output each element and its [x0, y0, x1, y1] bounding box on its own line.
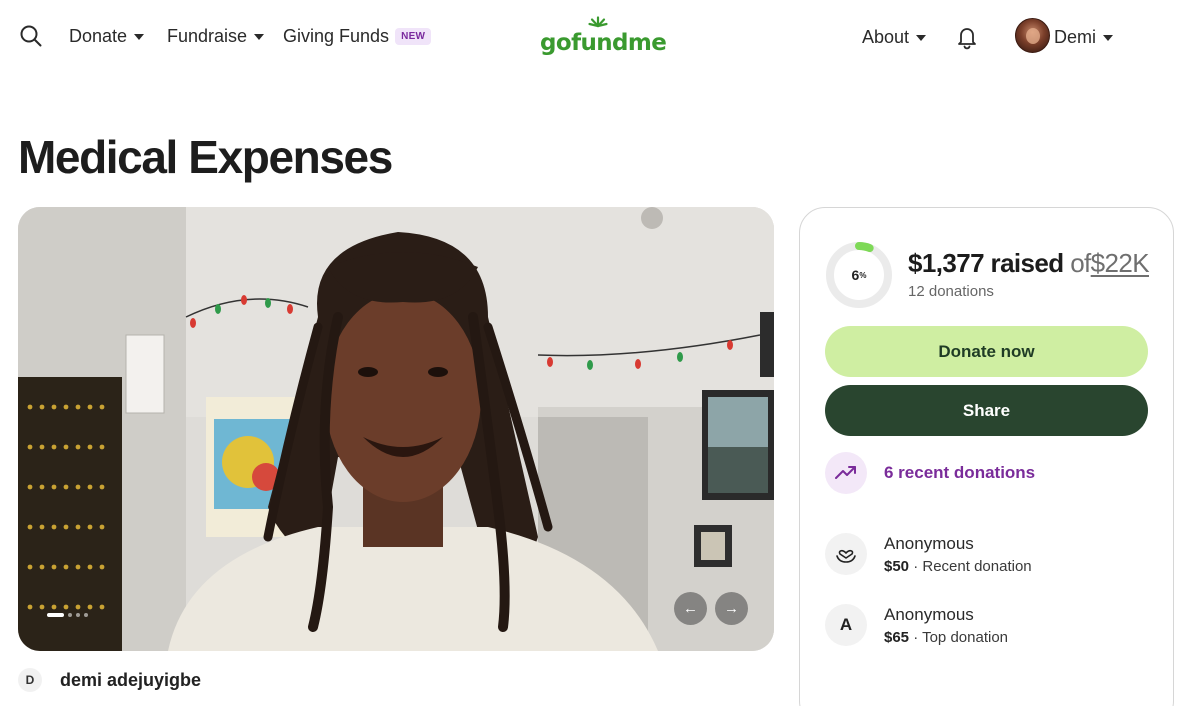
search-icon[interactable]: [19, 24, 43, 48]
nav-fundraise-label: Fundraise: [167, 25, 248, 46]
gofundme-logo[interactable]: gofundme: [540, 14, 667, 56]
nav-about-label: About: [862, 26, 910, 47]
arrow-left-icon: ←: [683, 600, 698, 617]
donation-item: Anonymous $50 · Recent donation: [825, 533, 1032, 575]
donation-amount: $65: [884, 628, 910, 646]
donor-name: Anonymous: [884, 533, 974, 553]
carousel-dot-active[interactable]: [47, 613, 64, 617]
user-name: Demi: [1054, 26, 1097, 47]
goal-amount-link[interactable]: $22K: [1091, 248, 1150, 278]
carousel-dot[interactable]: [68, 613, 72, 617]
carousel-pagination: [47, 613, 88, 617]
arrow-right-icon: →: [724, 600, 739, 617]
nav-fundraise-menu[interactable]: Fundraise: [167, 24, 265, 48]
carousel-next-button[interactable]: →: [715, 592, 748, 625]
page-title: Medical Expenses: [18, 131, 393, 183]
hand-heart-icon: [825, 533, 867, 575]
progress-percent-symbol: %: [859, 270, 867, 280]
nav-giving-funds-link[interactable]: Giving Funds NEW: [283, 24, 432, 48]
donation-type: Recent donation: [922, 557, 1032, 575]
amount-raised: $1,377 raised of$22K: [908, 248, 1150, 279]
donor-initial-avatar: A: [825, 604, 867, 646]
trending-up-icon: [825, 452, 867, 494]
carousel-prev-button[interactable]: ←: [674, 592, 707, 625]
meta-separator: ·: [909, 628, 923, 646]
logo-wordmark: gofundme: [540, 30, 667, 56]
caret-down-icon: [916, 34, 927, 41]
new-badge: NEW: [395, 27, 432, 45]
carousel-dot[interactable]: [76, 613, 80, 617]
recent-donations-link[interactable]: 6 recent donations: [825, 452, 1035, 494]
raised-amount: $1,377 raised: [908, 248, 1064, 278]
bell-icon[interactable]: [955, 24, 979, 50]
donation-meta: $65 · Top donation: [884, 629, 1008, 646]
carousel-dot[interactable]: [84, 613, 88, 617]
donation-card: 6% $1,377 raised of$22K 12 donations Don…: [799, 207, 1174, 706]
donation-type: Top donation: [922, 628, 1008, 646]
campaign-photo[interactable]: ← →: [18, 207, 774, 651]
meta-separator: ·: [909, 557, 923, 575]
donation-item: A Anonymous $65 · Top donation: [825, 604, 1008, 646]
nav-donate-menu[interactable]: Donate: [69, 24, 145, 48]
nav-about-menu[interactable]: About: [862, 25, 927, 49]
user-menu[interactable]: Demi: [1054, 25, 1114, 49]
top-nav: Donate Fundraise Giving Funds NEW gofund…: [0, 0, 1200, 72]
caret-down-icon: [134, 33, 145, 40]
user-avatar[interactable]: [1015, 18, 1050, 53]
nav-donate-label: Donate: [69, 25, 128, 46]
donation-amount: $50: [884, 557, 910, 575]
donor-name: Anonymous: [884, 604, 974, 624]
progress-percent: 6%: [825, 241, 893, 309]
organizer-name: demi adejuyigbe: [60, 669, 202, 690]
caret-down-icon: [1103, 34, 1114, 41]
donation-meta: $50 · Recent donation: [884, 558, 1032, 575]
nav-giving-funds-label: Giving Funds: [283, 25, 390, 46]
organizer-link[interactable]: D demi adejuyigbe: [18, 668, 201, 692]
organizer-avatar: D: [18, 668, 42, 692]
donation-count: 12 donations: [908, 283, 994, 300]
donate-now-button[interactable]: Donate now: [825, 326, 1148, 377]
caret-down-icon: [254, 33, 265, 40]
share-button[interactable]: Share: [825, 385, 1148, 436]
recent-donations-label: 6 recent donations: [884, 463, 1036, 482]
raised-of: of: [1070, 248, 1091, 278]
progress-percent-value: 6: [851, 267, 860, 283]
campaign-photo-image: [18, 207, 774, 651]
sun-burst-icon: [588, 16, 608, 28]
